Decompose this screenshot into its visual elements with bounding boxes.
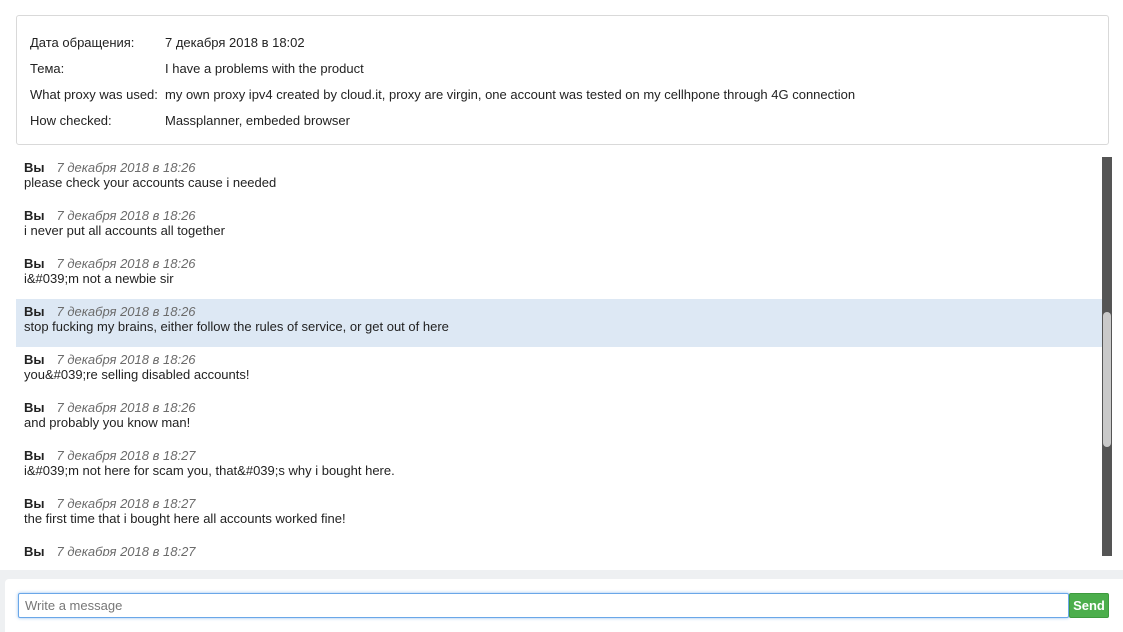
message-text: the first time that i bought here all ac…	[24, 511, 346, 526]
message-list: Вы 7 декабря 2018 в 18:26 please check y…	[16, 155, 1102, 556]
ticket-date-row: Дата обращения: 7 декабря 2018 в 18:02	[17, 35, 1108, 61]
ticket-proxy-row: What proxy was used: my own proxy ipv4 c…	[17, 87, 1108, 113]
ticket-checked-row: How checked: Massplanner, embeded browse…	[17, 113, 1108, 139]
ticket-subject-value: I have a problems with the product	[165, 61, 364, 76]
message-time: 7 декабря 2018 в 18:27	[56, 544, 196, 557]
ticket-subject-label: Тема:	[30, 61, 65, 76]
message-text: i never put all accounts all together	[24, 223, 225, 238]
ticket-checked-label: How checked:	[30, 113, 112, 128]
message-text: please check your accounts cause i neede…	[24, 175, 277, 190]
message-text: and probably you know man!	[24, 415, 191, 430]
message-author: Вы	[24, 304, 45, 319]
message-time: 7 декабря 2018 в 18:26	[56, 304, 196, 319]
chat-scrollbar-thumb[interactable]	[1103, 312, 1111, 447]
chat-history: Вы 7 декабря 2018 в 18:26 please check y…	[16, 155, 1112, 556]
message-time: 7 декабря 2018 в 18:26	[56, 160, 196, 175]
message-item: Вы 7 декабря 2018 в 18:26 i never put al…	[16, 203, 1102, 251]
ticket-date-value: 7 декабря 2018 в 18:02	[165, 35, 305, 50]
message-text: stop fucking my brains, either follow th…	[24, 319, 449, 334]
message-item: Вы 7 декабря 2018 в 18:26 you&#039;re se…	[16, 347, 1102, 395]
ticket-proxy-label: What proxy was used:	[30, 87, 158, 102]
message-author: Вы	[24, 208, 45, 223]
message-author: Вы	[24, 160, 45, 175]
message-item: Вы 7 декабря 2018 в 18:26 i&#039;m not a…	[16, 251, 1102, 299]
message-item: Вы 7 декабря 2018 в 18:26 please check y…	[16, 155, 1102, 203]
message-text: you&#039;re selling disabled accounts!	[24, 367, 250, 382]
ticket-checked-value: Massplanner, embeded browser	[165, 113, 350, 128]
send-button[interactable]: Send	[1069, 593, 1109, 618]
message-author: Вы	[24, 400, 45, 415]
ticket-subject-row: Тема: I have a problems with the product	[17, 61, 1108, 87]
message-time: 7 декабря 2018 в 18:26	[56, 352, 196, 367]
message-item: Вы 7 декабря 2018 в 18:27 the first time…	[16, 491, 1102, 539]
message-item-highlighted: Вы 7 декабря 2018 в 18:26 stop fucking m…	[16, 299, 1102, 347]
ticket-proxy-value: my own proxy ipv4 created by cloud.it, p…	[165, 87, 856, 102]
message-input[interactable]	[18, 593, 1069, 618]
message-time: 7 декабря 2018 в 18:26	[56, 256, 196, 271]
support-ticket-page: Дата обращения: 7 декабря 2018 в 18:02 Т…	[0, 0, 1123, 570]
ticket-info-panel: Дата обращения: 7 декабря 2018 в 18:02 Т…	[16, 15, 1109, 145]
message-author: Вы	[24, 544, 45, 557]
message-text: i&#039;m not here for scam you, that&#03…	[24, 463, 395, 478]
message-time: 7 декабря 2018 в 18:26	[56, 400, 196, 415]
message-author: Вы	[24, 352, 45, 367]
message-author: Вы	[24, 448, 45, 463]
message-text: i&#039;m not a newbie sir	[24, 271, 174, 286]
message-author: Вы	[24, 256, 45, 271]
message-item: Вы 7 декабря 2018 в 18:27 i&#039;m not h…	[16, 443, 1102, 491]
message-item: Вы 7 декабря 2018 в 18:27	[16, 539, 1102, 557]
ticket-date-label: Дата обращения:	[30, 35, 135, 50]
message-author: Вы	[24, 496, 45, 511]
message-composer: Send	[5, 579, 1123, 632]
message-time: 7 декабря 2018 в 18:27	[56, 448, 196, 463]
message-item: Вы 7 декабря 2018 в 18:26 and probably y…	[16, 395, 1102, 443]
chat-scrollbar[interactable]	[1102, 157, 1112, 556]
message-time: 7 декабря 2018 в 18:26	[56, 208, 196, 223]
message-time: 7 декабря 2018 в 18:27	[56, 496, 196, 511]
